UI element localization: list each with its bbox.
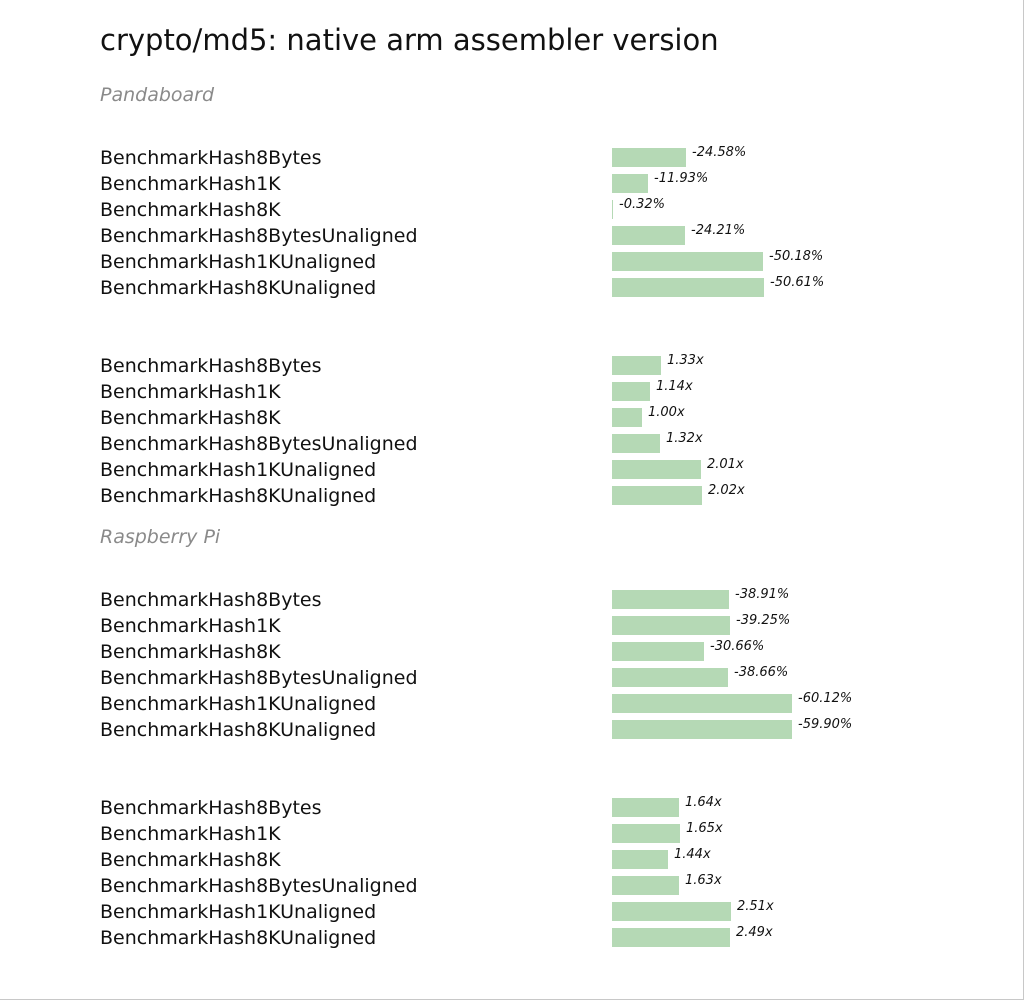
bar: [612, 200, 613, 219]
benchmark-label: BenchmarkHash8KUnaligned: [100, 927, 377, 949]
page-title: crypto/md5: native arm assembler version: [100, 23, 719, 57]
bar-value-label: 2.02x: [708, 483, 745, 498]
bar-value-label: -60.12%: [798, 691, 853, 706]
bar: [612, 720, 792, 739]
bar-value-label: 1.63x: [685, 873, 722, 888]
bar-value-label: -11.93%: [654, 171, 709, 186]
bar-value-label: -38.91%: [735, 587, 790, 602]
bar-value-label: -50.61%: [770, 275, 825, 290]
bar: [612, 408, 642, 427]
bar: [612, 174, 648, 193]
benchmark-label: BenchmarkHash8BytesUnaligned: [100, 225, 418, 247]
bar: [612, 382, 650, 401]
bar: [612, 928, 730, 947]
bar: [612, 356, 661, 375]
benchmark-label: BenchmarkHash8BytesUnaligned: [100, 875, 418, 897]
bar-value-label: 1.00x: [648, 405, 685, 420]
bar: [612, 434, 660, 453]
benchmark-label: BenchmarkHash1KUnaligned: [100, 251, 377, 273]
bar-value-label: 1.65x: [686, 821, 723, 836]
benchmark-label: BenchmarkHash1K: [100, 615, 281, 637]
bar-value-label: -30.66%: [710, 639, 765, 654]
bar: [612, 486, 702, 505]
bar-value-label: 1.32x: [666, 431, 703, 446]
bar-value-label: -59.90%: [798, 717, 853, 732]
bar-value-label: 1.33x: [667, 353, 704, 368]
bar: [612, 850, 668, 869]
benchmark-label: BenchmarkHash8KUnaligned: [100, 485, 377, 507]
benchmark-label: BenchmarkHash8KUnaligned: [100, 719, 377, 741]
bar-value-label: -50.18%: [769, 249, 824, 264]
benchmark-label: BenchmarkHash8K: [100, 641, 281, 663]
bar-value-label: -39.25%: [736, 613, 791, 628]
benchmark-label: BenchmarkHash8Bytes: [100, 147, 322, 169]
benchmark-label: BenchmarkHash8K: [100, 199, 281, 221]
bar: [612, 278, 764, 297]
bar: [612, 590, 729, 609]
benchmark-label: BenchmarkHash8KUnaligned: [100, 277, 377, 299]
benchmark-label: BenchmarkHash1KUnaligned: [100, 459, 377, 481]
benchmark-label: BenchmarkHash1K: [100, 823, 281, 845]
bar-value-label: -0.32%: [619, 197, 665, 212]
bar-value-label: 1.14x: [656, 379, 693, 394]
benchmark-label: BenchmarkHash1K: [100, 381, 281, 403]
bar: [612, 460, 701, 479]
bar-value-label: 2.01x: [707, 457, 744, 472]
bar: [612, 226, 685, 245]
bar-value-label: -24.21%: [691, 223, 746, 238]
section-heading: Raspberry Pi: [100, 526, 221, 548]
bar: [612, 876, 679, 895]
benchmark-label: BenchmarkHash8Bytes: [100, 589, 322, 611]
bar-value-label: 2.51x: [737, 899, 774, 914]
benchmark-label: BenchmarkHash8Bytes: [100, 355, 322, 377]
bar: [612, 148, 686, 167]
bar-value-label: -24.58%: [692, 145, 747, 160]
bar-value-label: 2.49x: [736, 925, 773, 940]
bar-value-label: -38.66%: [734, 665, 789, 680]
benchmark-label: BenchmarkHash8Bytes: [100, 797, 322, 819]
benchmark-label: BenchmarkHash1K: [100, 173, 281, 195]
benchmark-label: BenchmarkHash1KUnaligned: [100, 901, 377, 923]
bar: [612, 668, 728, 687]
bar-value-label: 1.64x: [685, 795, 722, 810]
bar: [612, 616, 730, 635]
bar-value-label: 1.44x: [674, 847, 711, 862]
benchmark-label: BenchmarkHash8K: [100, 407, 281, 429]
bar: [612, 252, 763, 271]
section-heading: Pandaboard: [100, 84, 215, 106]
benchmark-label: BenchmarkHash8BytesUnaligned: [100, 667, 418, 689]
benchmark-label: BenchmarkHash8K: [100, 849, 281, 871]
bar: [612, 694, 792, 713]
bar: [612, 824, 680, 843]
benchmark-label: BenchmarkHash1KUnaligned: [100, 693, 377, 715]
bar: [612, 642, 704, 661]
bar: [612, 798, 679, 817]
benchmark-label: BenchmarkHash8BytesUnaligned: [100, 433, 418, 455]
bar: [612, 902, 731, 921]
